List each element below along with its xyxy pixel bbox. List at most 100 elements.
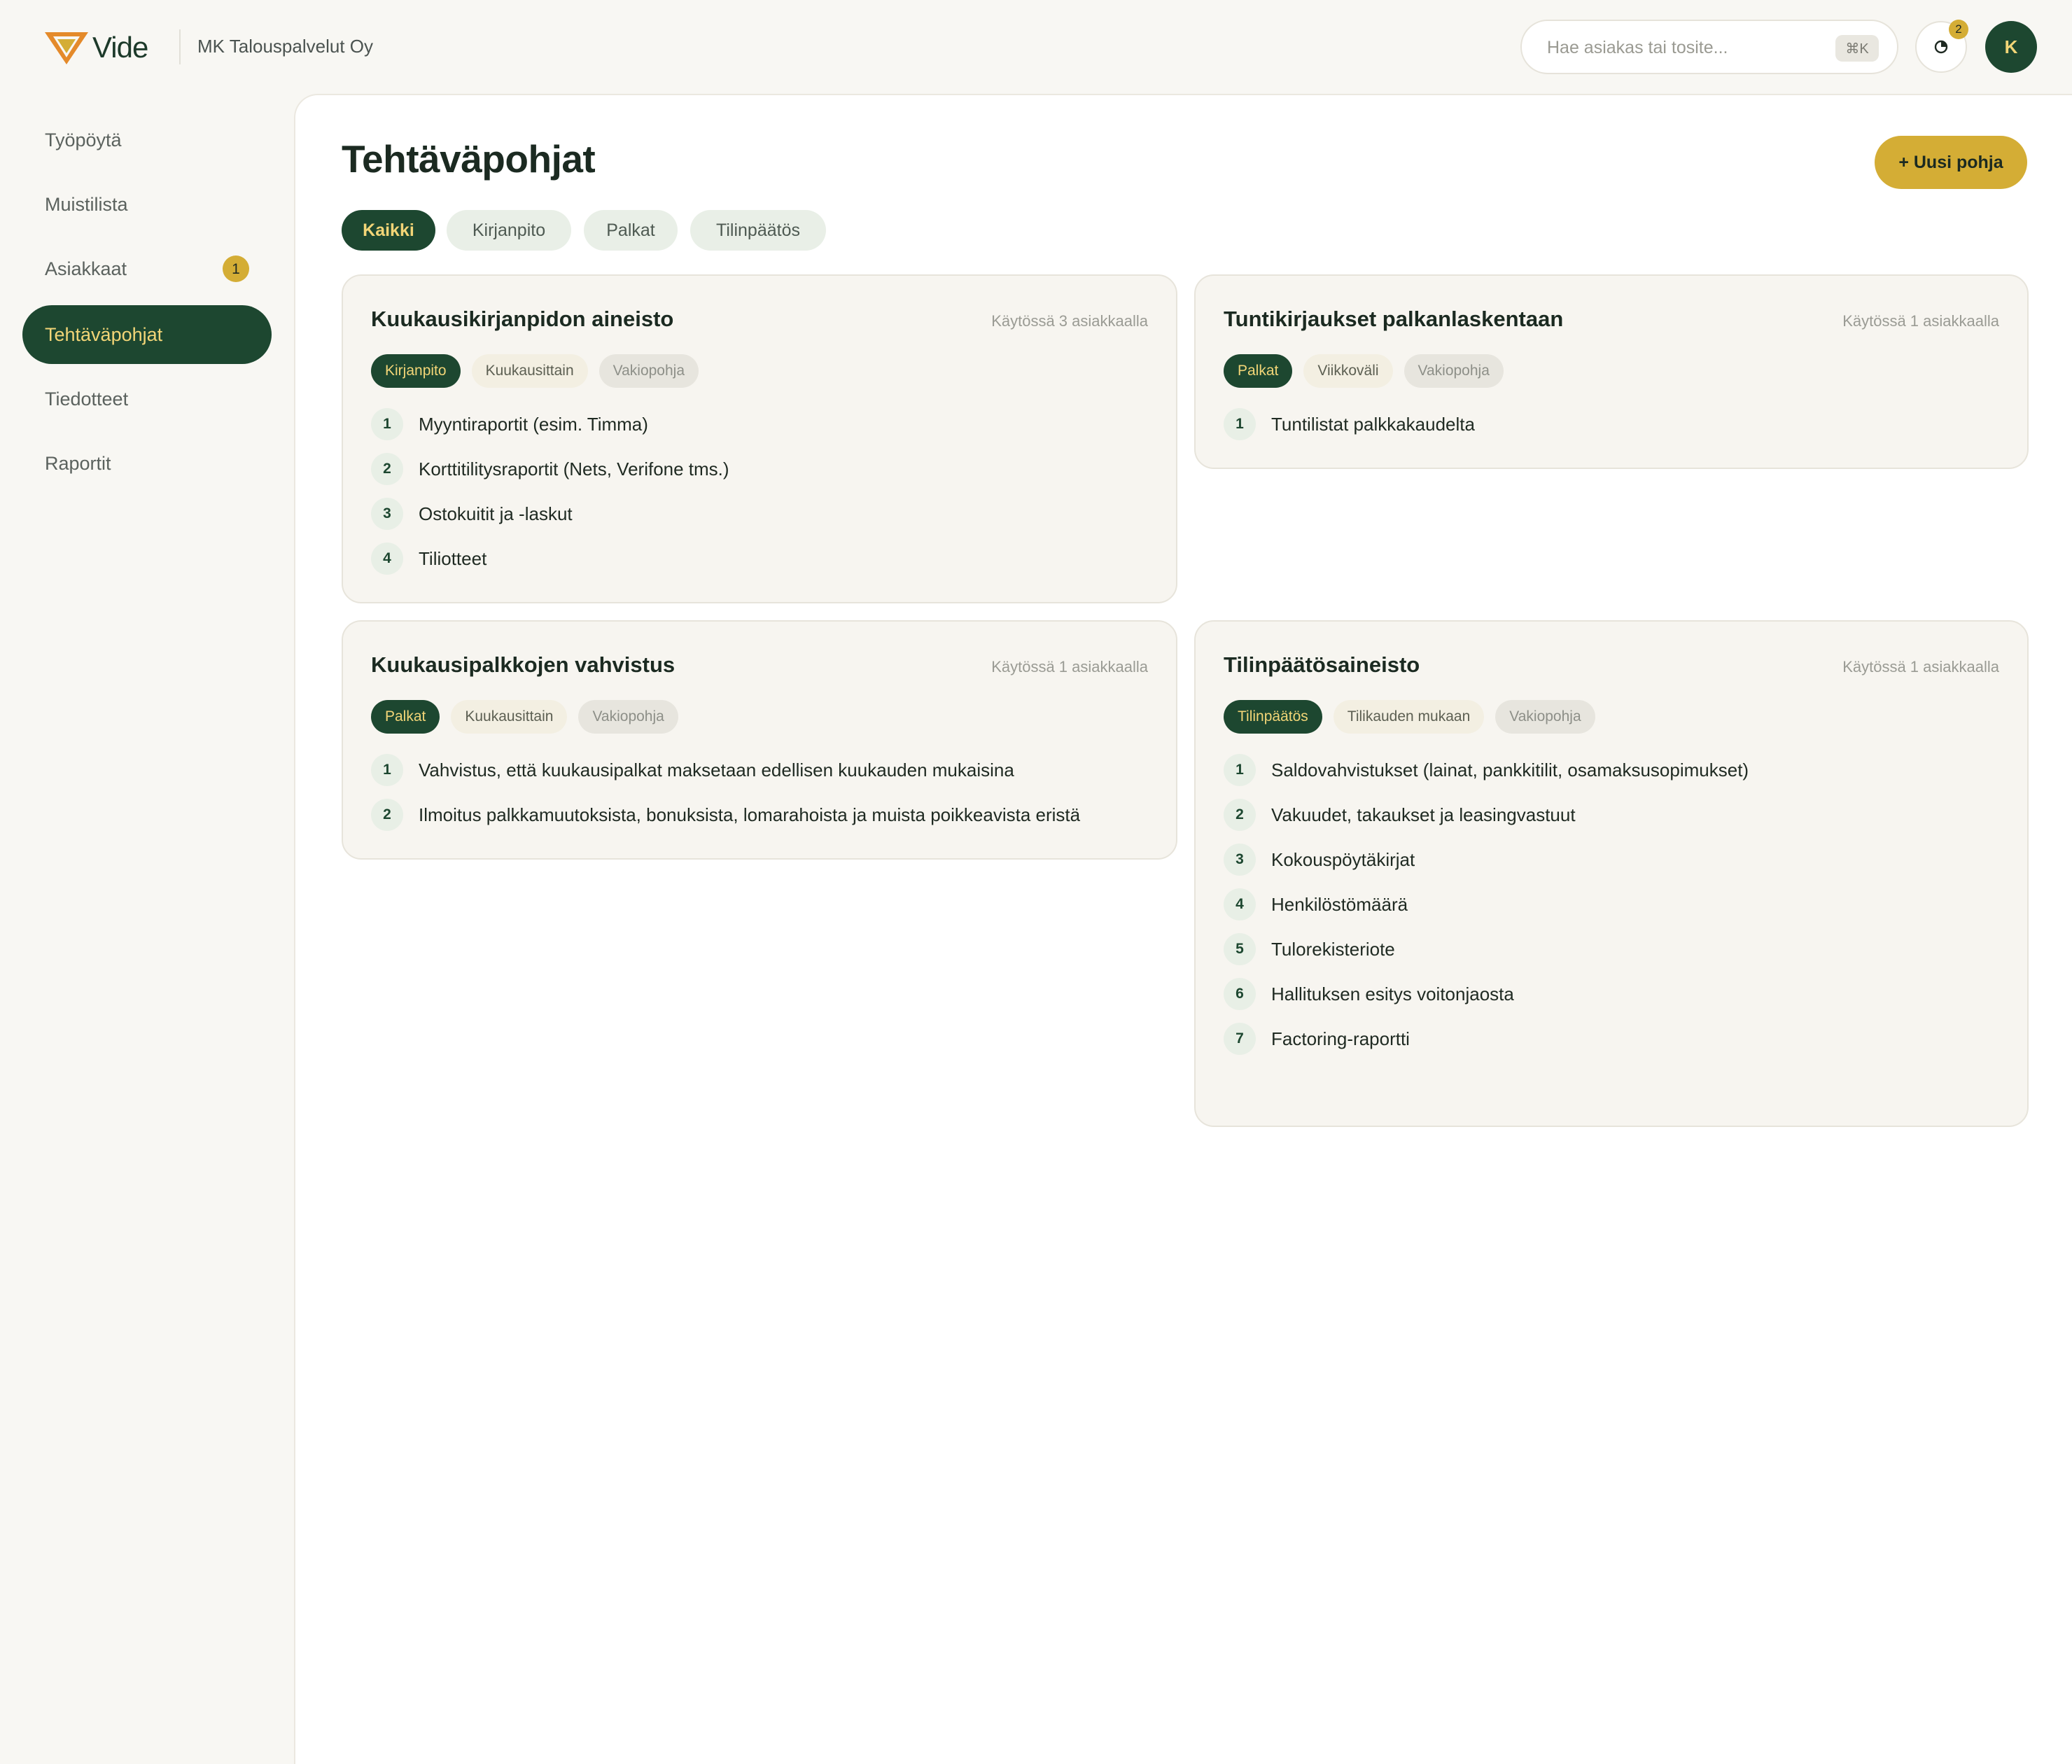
step-text: Vahvistus, että kuukausipalkat maksetaan… (419, 759, 1014, 780)
step-text: Ilmoitus palkkamuutoksista, bonuksista, … (419, 804, 1081, 825)
step-item: 3 Ostokuitit ja -laskut (371, 491, 1148, 536)
step-item: 1 Myyntiraportit (esim. Timma) (371, 402, 1148, 447)
sidebar-item-label: Tiedotteet (45, 388, 129, 410)
category-tag: Kirjanpito (371, 354, 461, 388)
step-number: 7 (1224, 1023, 1256, 1055)
step-number: 5 (1224, 933, 1256, 965)
step-text: Tulorekisteriote (1271, 938, 1395, 960)
category-tag: Palkat (371, 700, 440, 734)
step-item: 1 Saldovahvistukset (lainat, pankkitilit,… (1224, 748, 1999, 792)
step-number: 3 (1224, 844, 1256, 876)
card-usage: Käytössä 3 asiakkaalla (991, 312, 1148, 330)
template-card[interactable]: Tilinpäätösaineisto Käytössä 1 asiakkaal… (1194, 620, 2029, 1127)
step-number: 4 (1224, 888, 1256, 920)
step-text: Saldovahvistukset (lainat, pankkitilit, … (1271, 759, 1749, 780)
step-list: 1 Vahvistus, että kuukausipalkat maksetaa… (371, 748, 1148, 837)
step-text: Korttitilitysraportit (Nets, Verifone tm… (419, 458, 729, 479)
frequency-tag: Tilikauden mukaan (1333, 700, 1485, 734)
logo-text: Vide (92, 31, 148, 64)
count-badge: 1 (223, 255, 249, 282)
card-usage: Käytössä 1 asiakkaalla (1842, 658, 1999, 676)
step-item: 1 Tuntilistat palkkakaudelta (1224, 402, 1999, 447)
new-template-button[interactable]: + Uusi pohja (1875, 136, 2027, 189)
notifications-badge: 2 (1949, 20, 1968, 39)
step-number: 2 (1224, 799, 1256, 831)
step-text: Henkilöstömäärä (1271, 893, 1408, 915)
card-tags: Tilinpäätös Tilikauden mukaan Vakiopohja (1224, 700, 1595, 734)
search-input[interactable] (1547, 35, 1813, 60)
search-box: ⌘K (1520, 20, 1898, 74)
step-text: Tuntilistat palkkakaudelta (1271, 413, 1475, 435)
filter-kirjanpito[interactable]: Kirjanpito (447, 210, 571, 251)
step-text: Hallituksen esitys voitonjaosta (1271, 983, 1514, 1004)
step-item: 4 Henkilöstömäärä (1224, 882, 1999, 927)
card-usage: Käytössä 1 asiakkaalla (1842, 312, 1999, 330)
sidebar-item-muistilista[interactable]: Muistilista (22, 175, 272, 234)
step-list: 1 Tuntilistat palkkakaudelta (1224, 402, 1999, 447)
sidebar-item-label: Työpöytä (45, 130, 122, 150)
sidebar-item-tiedotteet[interactable]: Tiedotteet (22, 370, 272, 428)
sidebar-item-label: Raportit (45, 453, 111, 474)
step-text: Kokouspöytäkirjat (1271, 848, 1415, 870)
step-number: 1 (371, 754, 403, 786)
step-list: 1 Myyntiraportit (esim. Timma) 2 Korttitil… (371, 402, 1148, 581)
step-item: 1 Vahvistus, että kuukausipalkat maksetaa… (371, 748, 1148, 792)
step-item: 4 Tiliotteet (371, 536, 1148, 581)
filter-palkat[interactable]: Palkat (584, 210, 678, 251)
step-text: Vakuudet, takaukset ja leasingvastuut (1271, 804, 1576, 825)
filter-all[interactable]: Kaikki (342, 210, 435, 251)
card-title: Tuntikirjaukset palkanlaskentaan (1224, 307, 1564, 331)
card-tags: Kirjanpito Kuukausittain Vakiopohja (371, 354, 699, 388)
template-card[interactable]: Tuntikirjaukset palkanlaskentaan Käytöss… (1194, 274, 2029, 469)
sidebar-item-label: Muistilista (45, 194, 128, 215)
sidebar-item-tyopoyta[interactable]: Työpöytä (22, 111, 272, 169)
step-number: 1 (1224, 754, 1256, 786)
frequency-tag: Kuukausittain (451, 700, 568, 734)
step-text: Ostokuitit ja -laskut (419, 503, 573, 524)
page-title: Tehtäväpohjat (342, 137, 596, 181)
main-content: Tehtäväpohjat + Uusi pohja Kaikki Kirjan… (294, 94, 2072, 1764)
organization-name: MK Talouspalvelut Oy (197, 36, 373, 57)
step-number: 1 (371, 408, 403, 440)
category-tag: Tilinpäätös (1224, 700, 1322, 734)
header-divider (179, 29, 181, 64)
category-tag: Palkat (1224, 354, 1293, 388)
vide-logo[interactable]: Vide (43, 29, 148, 66)
card-title: Kuukausipalkkojen vahvistus (371, 652, 676, 677)
step-number: 2 (371, 799, 403, 831)
card-tags: Palkat Kuukausittain Vakiopohja (371, 700, 678, 734)
sidebar-item-tehtavapohjat[interactable]: Tehtäväpohjat (22, 305, 272, 364)
type-tag: Vakiopohja (578, 700, 678, 734)
search-shortcut-hint: ⌘K (1835, 35, 1879, 62)
sidebar-item-label: Asiakkaat (45, 258, 127, 279)
sidebar-item-label: Tehtäväpohjat (45, 324, 163, 345)
sidebar-item-raportit[interactable]: Raportit (22, 434, 272, 493)
frequency-tag: Viikkoväli (1303, 354, 1393, 388)
step-number: 3 (371, 498, 403, 530)
user-avatar[interactable]: K (1985, 21, 2037, 73)
app-header: Vide MK Talouspalvelut Oy ⌘K 2 K (0, 0, 2072, 94)
card-title: Kuukausikirjanpidon aineisto (371, 307, 674, 331)
card-title: Tilinpäätösaineisto (1224, 652, 1420, 677)
step-number: 1 (1224, 408, 1256, 440)
template-card[interactable]: Kuukausikirjanpidon aineisto Käytössä 3 … (342, 274, 1177, 603)
step-text: Factoring-raportti (1271, 1028, 1410, 1049)
type-tag: Vakiopohja (1495, 700, 1595, 734)
step-item: 7 Factoring-raportti (1224, 1016, 1999, 1061)
step-item: 2 Ilmoitus palkkamuutoksista, bonuksista,… (371, 792, 1148, 837)
clock-icon (1934, 40, 1948, 54)
filter-tilinpaatos[interactable]: Tilinpäätös (690, 210, 826, 251)
step-text: Myyntiraportit (esim. Timma) (419, 413, 648, 435)
step-number: 2 (371, 453, 403, 485)
sidebar-item-asiakkaat[interactable]: Asiakkaat 1 (22, 239, 272, 298)
type-tag: Vakiopohja (1404, 354, 1504, 388)
type-tag: Vakiopohja (598, 354, 699, 388)
step-item: 2 Korttitilitysraportit (Nets, Verifone t… (371, 447, 1148, 491)
step-list: 1 Saldovahvistukset (lainat, pankkitilit,… (1224, 748, 1999, 1061)
step-item: 3 Kokouspöytäkirjat (1224, 837, 1999, 882)
card-usage: Käytössä 1 asiakkaalla (991, 658, 1148, 676)
template-card[interactable]: Kuukausipalkkojen vahvistus Käytössä 1 a… (342, 620, 1177, 860)
sidebar: Työpöytä Muistilista Asiakkaat 1 Tehtävä… (0, 94, 294, 1764)
step-text: Tiliotteet (419, 547, 487, 569)
step-number: 6 (1224, 978, 1256, 1010)
